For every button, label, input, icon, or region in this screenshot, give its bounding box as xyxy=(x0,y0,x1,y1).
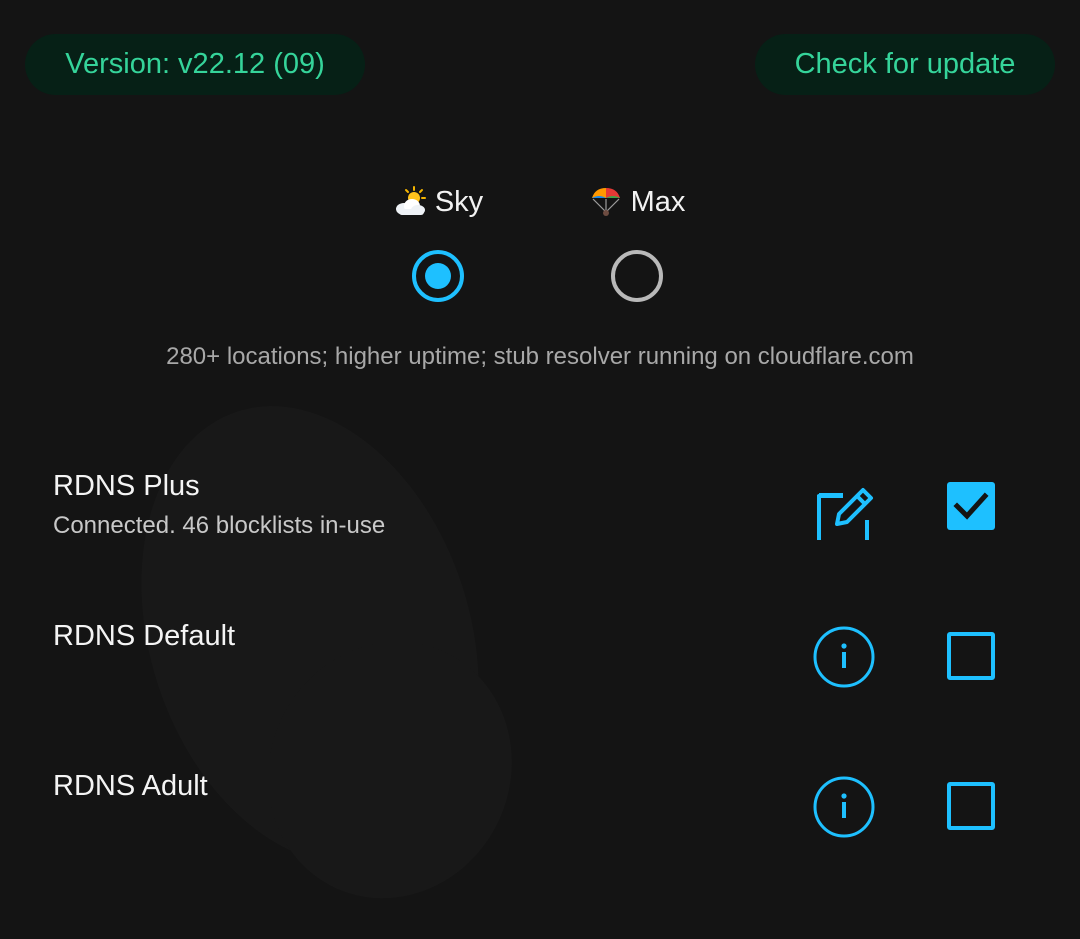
mode-sky-label: Sky xyxy=(434,185,484,218)
resolver-row-rdns-adult: RDNS Adult xyxy=(0,760,1080,880)
parachute-icon xyxy=(589,185,623,219)
checkbox-rdns-default[interactable] xyxy=(947,632,995,680)
sun-behind-cloud-icon xyxy=(393,185,427,219)
mode-option-sky[interactable]: Sky xyxy=(368,180,508,316)
resolver-title: RDNS Adult xyxy=(53,770,208,802)
radio-max[interactable] xyxy=(611,250,663,302)
info-icon[interactable] xyxy=(811,774,877,840)
radio-sky[interactable] xyxy=(412,250,464,302)
edit-icon[interactable] xyxy=(811,474,877,540)
mode-max-label-row: Max xyxy=(567,180,707,224)
checkbox-rdns-adult[interactable] xyxy=(947,782,995,830)
resolver-status: Connected. 46 blocklists in-use xyxy=(53,512,386,539)
resolver-title: RDNS Default xyxy=(53,620,236,652)
checkbox-rdns-plus[interactable] xyxy=(947,482,995,530)
version-label: Version: v22.12 (09) xyxy=(25,34,365,95)
mode-max-label: Max xyxy=(630,185,686,218)
resolver-row-rdns-plus: RDNS Plus Connected. 46 blocklists in-us… xyxy=(0,460,1080,580)
mode-description: 280+ locations; higher uptime; stub reso… xyxy=(166,343,914,370)
resolver-title: RDNS Plus xyxy=(53,470,200,502)
mode-option-max[interactable]: Max xyxy=(567,180,707,316)
resolver-row-rdns-default: RDNS Default xyxy=(0,610,1080,730)
check-for-update-button[interactable]: Check for update xyxy=(755,34,1055,95)
info-icon[interactable] xyxy=(811,624,877,690)
mode-sky-label-row: Sky xyxy=(368,180,508,224)
